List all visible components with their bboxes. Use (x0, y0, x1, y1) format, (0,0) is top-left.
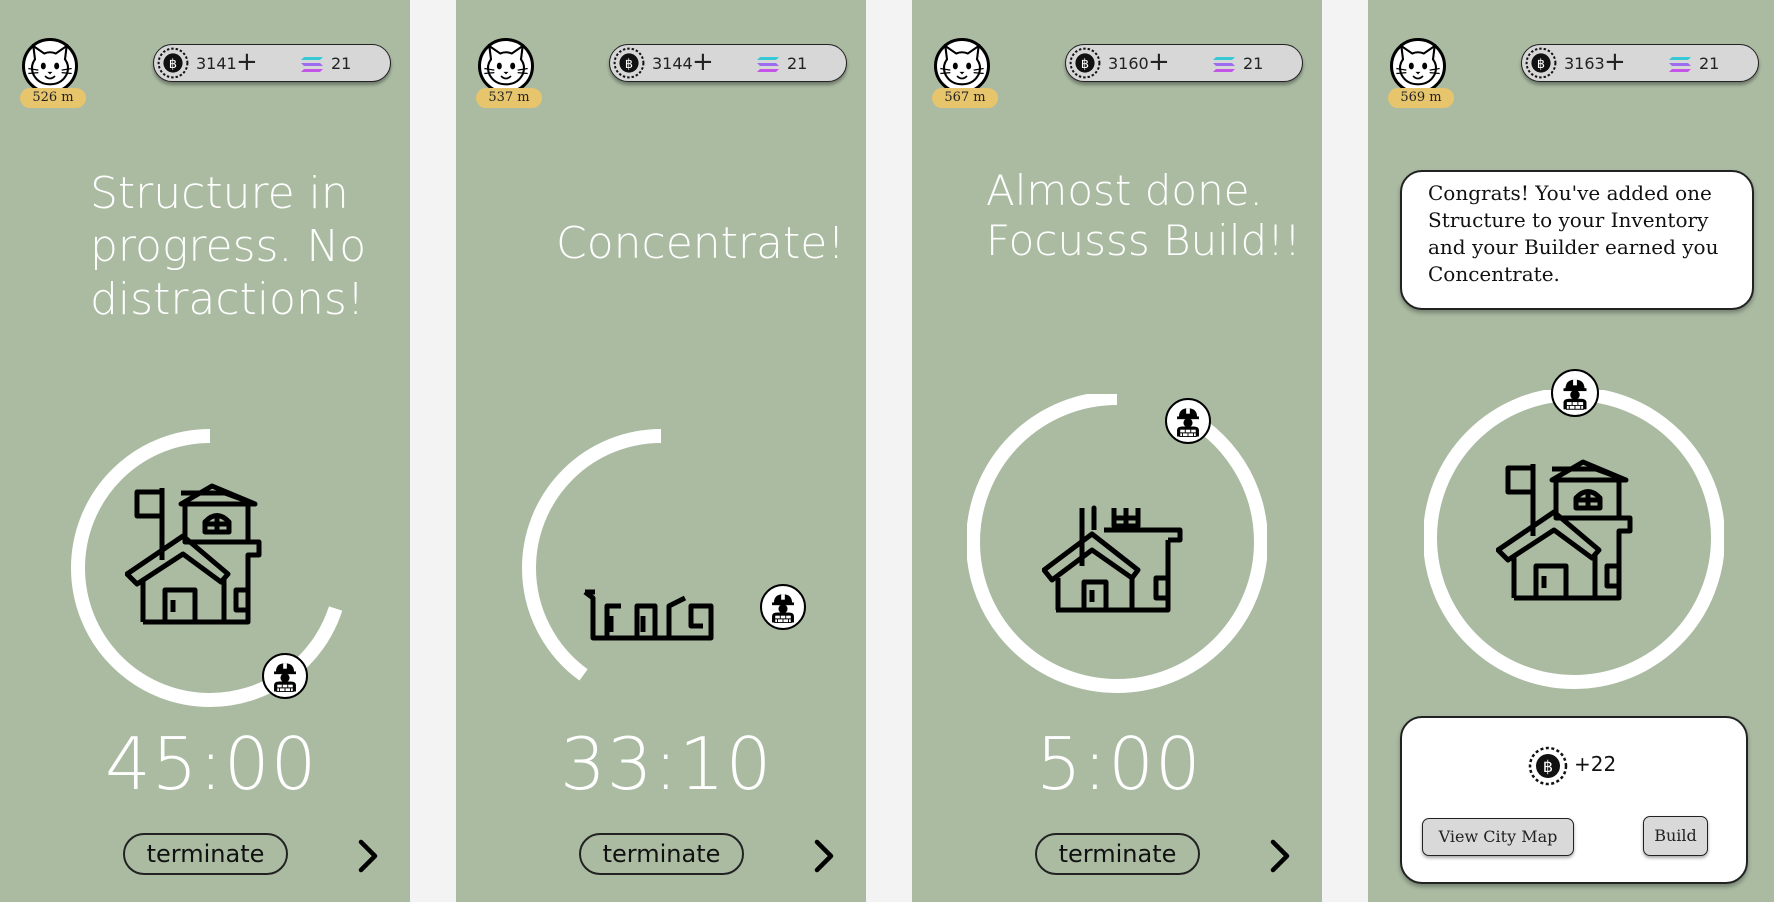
plus-icon[interactable]: + (692, 48, 714, 76)
gem-count: 21 (331, 54, 352, 73)
chevron-right-icon[interactable] (812, 838, 836, 874)
coin-icon (157, 47, 189, 79)
builder-worker-icon (1165, 398, 1211, 444)
coin-count: 3144 (652, 54, 693, 73)
chevron-right-icon[interactable] (1268, 838, 1292, 874)
coin-icon (1525, 47, 1557, 79)
reward-amount: +22 (1574, 752, 1617, 776)
house-building-icon (125, 482, 285, 642)
countdown-timer: 45:00 (105, 722, 318, 806)
plus-icon[interactable]: + (236, 48, 258, 76)
distance-badge: 569 m (1388, 88, 1454, 108)
plus-icon[interactable]: + (1148, 48, 1170, 76)
congrats-message: Congrats! You've added one Structure to … (1428, 181, 1719, 286)
status-message: Concentrate! (556, 218, 845, 269)
reward-card: +22 View City Map Build (1400, 716, 1748, 884)
terminate-button[interactable]: terminate (1035, 833, 1200, 875)
screen-build-complete: 569 m 3163 + 21 Congrats! You've added o… (1368, 0, 1774, 902)
cat-face-icon[interactable] (478, 38, 534, 94)
house-building-icon (581, 588, 721, 648)
coin-count: 3141 (196, 54, 237, 73)
countdown-timer: 33:10 (560, 722, 773, 806)
distance-badge: 567 m (932, 88, 998, 108)
coin-icon (613, 47, 645, 79)
house-building-icon (1496, 458, 1656, 618)
screen-build-concentrate: 537 m 3144 + 21 Concentrate! 33:10 termi… (456, 0, 866, 902)
builder-worker-icon (760, 584, 806, 630)
status-message: Almost done. Focusss Build!! (986, 166, 1301, 266)
progress-ring (522, 429, 800, 707)
status-message: Structure in progress. No distractions! (90, 168, 367, 325)
terminate-button[interactable]: terminate (579, 833, 744, 875)
gem-stack-icon (1667, 54, 1693, 74)
countdown-timer: 5:00 (1036, 722, 1202, 806)
distance-badge: 537 m (476, 88, 542, 108)
gem-count: 21 (1699, 54, 1720, 73)
view-city-map-button[interactable]: View City Map (1422, 818, 1574, 856)
coin-count: 3160 (1108, 54, 1149, 73)
coin-count: 3163 (1564, 54, 1605, 73)
cat-face-icon[interactable] (934, 38, 990, 94)
cat-face-icon[interactable] (1390, 38, 1446, 94)
currency-bar: 3160 + 21 (1065, 44, 1303, 82)
congrats-card: Congrats! You've added one Structure to … (1400, 170, 1754, 310)
currency-bar: 3141 + 21 (153, 44, 391, 82)
distance-badge: 526 m (20, 88, 86, 108)
terminate-button[interactable]: terminate (123, 833, 288, 875)
builder-worker-icon (262, 653, 308, 699)
gem-count: 21 (1243, 54, 1264, 73)
screen-build-almost-done: 567 m 3160 + 21 Almost done. Focusss Bui… (912, 0, 1322, 902)
cat-face-icon[interactable] (22, 38, 78, 94)
chevron-right-icon[interactable] (356, 838, 380, 874)
screen-build-start: 526 m 3141 + 21 Structure in progress. N… (0, 0, 410, 902)
build-button[interactable]: Build (1643, 816, 1708, 856)
house-building-icon (1042, 498, 1202, 618)
gem-stack-icon (299, 54, 325, 74)
currency-bar: 3163 + 21 (1521, 44, 1759, 82)
currency-bar: 3144 + 21 (609, 44, 847, 82)
plus-icon[interactable]: + (1604, 48, 1626, 76)
gem-stack-icon (1211, 54, 1237, 74)
coin-icon (1528, 746, 1568, 786)
gem-count: 21 (787, 54, 808, 73)
builder-worker-icon (1551, 369, 1599, 417)
gem-stack-icon (755, 54, 781, 74)
coin-icon (1069, 47, 1101, 79)
